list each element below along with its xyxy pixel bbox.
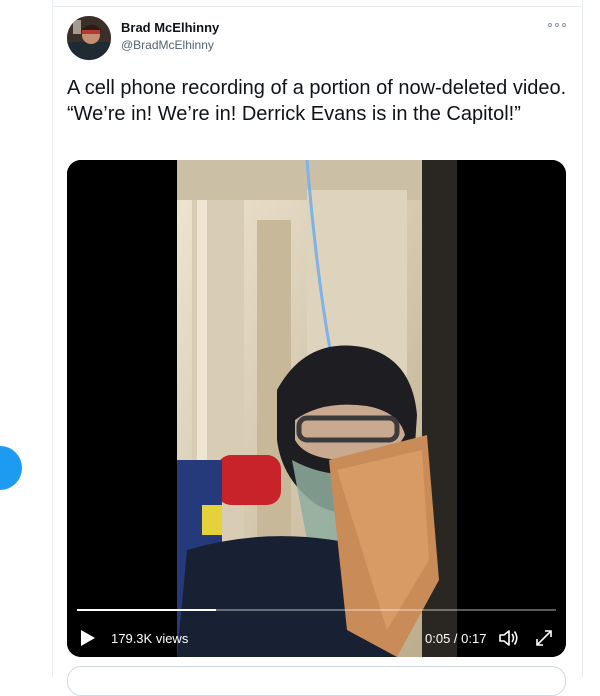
view-count: 179.3K views [111,631,189,646]
avatar[interactable] [67,16,111,60]
column-divider-right [582,0,583,677]
column-divider-left [52,0,53,677]
video-frame-image [67,160,566,657]
video-progress-fill [77,609,216,611]
video-progress-bar[interactable] [77,609,556,611]
more-horizontal-icon[interactable] [548,18,566,32]
author-handle[interactable]: @BradMcElhinny [121,38,214,52]
next-tweet-card[interactable] [67,666,566,696]
floating-action-button[interactable] [0,446,22,490]
play-icon[interactable] [81,630,95,646]
volume-icon[interactable] [497,628,519,648]
fullscreen-icon[interactable] [534,628,554,648]
tweet-text: A cell phone recording of a portion of n… [67,77,567,125]
author-name[interactable]: Brad McElhinny [121,20,219,35]
tweet-top-divider [52,6,583,7]
video-timecode: 0:05 / 0:17 [425,631,487,646]
video-player[interactable]: 179.3K views 0:05 / 0:17 [67,160,566,657]
